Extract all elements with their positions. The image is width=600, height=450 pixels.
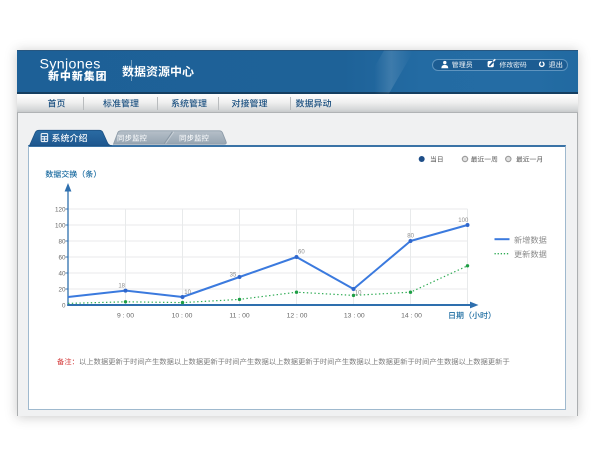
svg-text:100: 100 xyxy=(55,222,66,229)
svg-text:Synjones: Synjones xyxy=(40,57,101,73)
svg-text:35: 35 xyxy=(230,273,237,279)
svg-text:10: 10 xyxy=(355,290,362,296)
svg-text:60: 60 xyxy=(58,254,66,261)
svg-text:60: 60 xyxy=(298,249,305,255)
svg-text:9 : 00: 9 : 00 xyxy=(117,312,134,319)
svg-text:120: 120 xyxy=(55,206,66,213)
svg-text:12 : 00: 12 : 00 xyxy=(287,312,308,319)
svg-text:100: 100 xyxy=(458,218,469,224)
svg-text:20: 20 xyxy=(58,286,66,293)
svg-text:10: 10 xyxy=(184,290,191,296)
svg-text:13 : 00: 13 : 00 xyxy=(344,312,365,319)
svg-text:0: 0 xyxy=(62,302,66,309)
svg-text:11 : 00: 11 : 00 xyxy=(229,312,250,319)
svg-text:10 : 00: 10 : 00 xyxy=(172,312,193,319)
svg-text:80: 80 xyxy=(407,234,414,240)
svg-text:80: 80 xyxy=(58,238,66,245)
svg-text:18: 18 xyxy=(118,284,125,290)
svg-text:40: 40 xyxy=(58,270,66,277)
svg-text:14 : 00: 14 : 00 xyxy=(401,312,422,319)
